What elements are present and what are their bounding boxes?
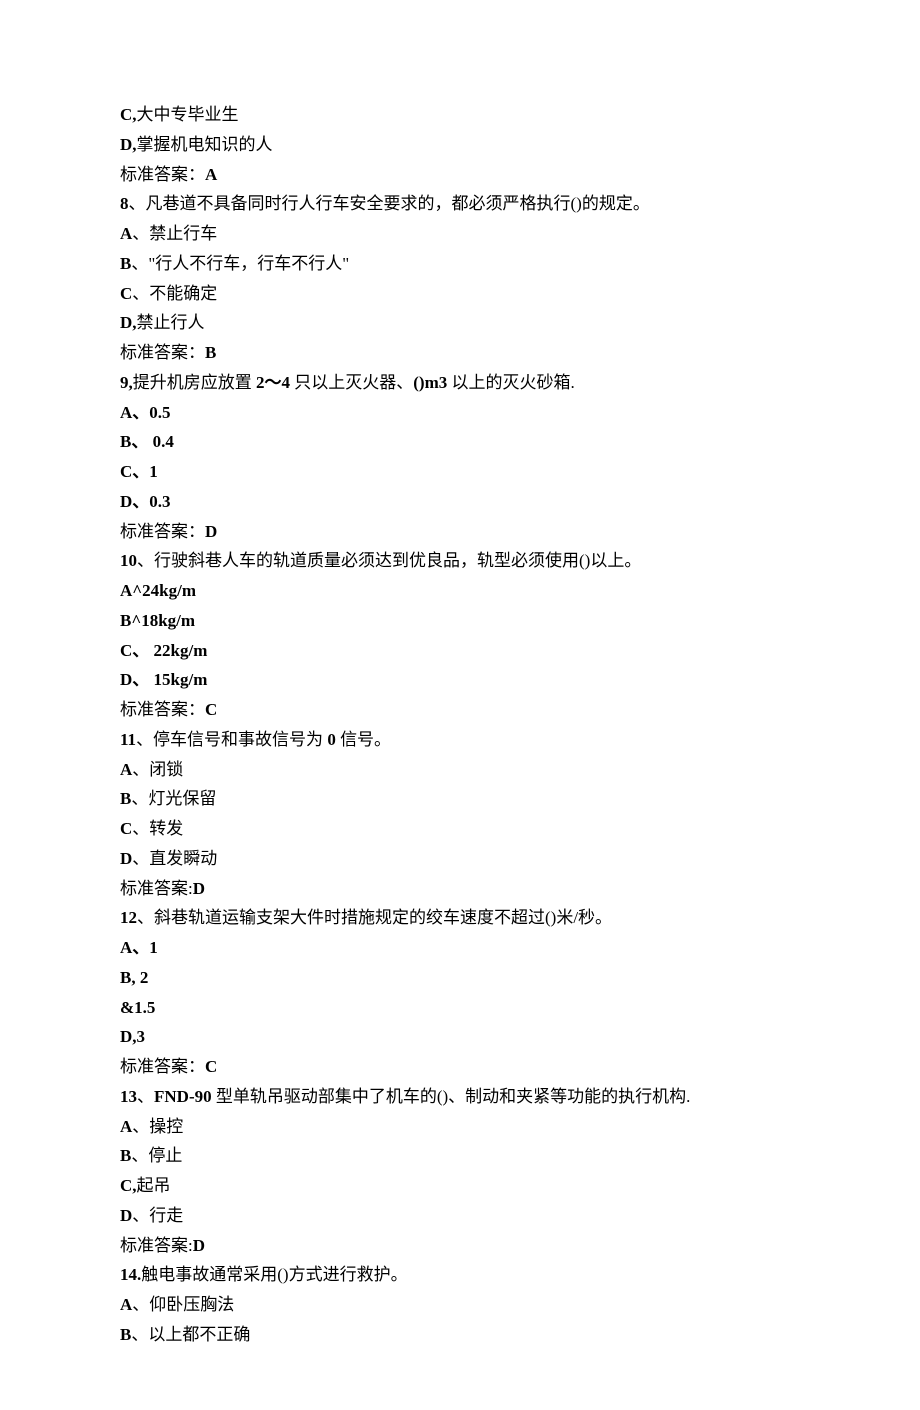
text-line: 标准答案:D xyxy=(120,1231,800,1261)
text-line: 标准答案：A xyxy=(120,160,800,190)
text-line: A、闭锁 xyxy=(120,755,800,785)
text-line: 标准答案：C xyxy=(120,695,800,725)
text-line: D,掌握机电知识的人 xyxy=(120,130,800,160)
text-line: 标准答案：B xyxy=(120,338,800,368)
text-line: &1.5 xyxy=(120,993,800,1023)
text-line: 13、FND-90 型单轨吊驱动部集中了机车的()、制动和夹紧等功能的执行机构. xyxy=(120,1082,800,1112)
text-line: A^24kg/m xyxy=(120,576,800,606)
text-line: C,起吊 xyxy=(120,1171,800,1201)
text-line: D,3 xyxy=(120,1022,800,1052)
text-line: C,大中专毕业生 xyxy=(120,100,800,130)
text-line: A、0.5 xyxy=(120,398,800,428)
text-line: 11、停车信号和事故信号为 0 信号。 xyxy=(120,725,800,755)
text-line: B、以上都不正确 xyxy=(120,1320,800,1350)
text-line: 标准答案：D xyxy=(120,517,800,547)
text-line: D、直发瞬动 xyxy=(120,844,800,874)
text-line: 10、行驶斜巷人车的轨道质量必须达到优良品，轨型必须使用()以上。 xyxy=(120,546,800,576)
text-line: D,禁止行人 xyxy=(120,308,800,338)
document-content: C,大中专毕业生D,掌握机电知识的人标准答案：A8、凡巷道不具备同时行人行车安全… xyxy=(120,100,800,1350)
text-line: B、 0.4 xyxy=(120,427,800,457)
text-line: C、1 xyxy=(120,457,800,487)
text-line: 8、凡巷道不具备同时行人行车安全要求的，都必须严格执行()的规定。 xyxy=(120,189,800,219)
text-line: C、 22kg/m xyxy=(120,636,800,666)
text-line: C、不能确定 xyxy=(120,279,800,309)
text-line: B、"行人不行车，行车不行人" xyxy=(120,249,800,279)
text-line: A、操控 xyxy=(120,1112,800,1142)
text-line: A、仰卧压胸法 xyxy=(120,1290,800,1320)
text-line: B、灯光保留 xyxy=(120,784,800,814)
text-line: 9,提升机房应放置 2〜4 只以上灭火器、()m3 以上的灭火砂箱. xyxy=(120,368,800,398)
text-line: D、0.3 xyxy=(120,487,800,517)
text-line: A、禁止行车 xyxy=(120,219,800,249)
text-line: D、行走 xyxy=(120,1201,800,1231)
text-line: D、 15kg/m xyxy=(120,665,800,695)
text-line: B^18kg/m xyxy=(120,606,800,636)
text-line: B, 2 xyxy=(120,963,800,993)
text-line: 标准答案:D xyxy=(120,874,800,904)
text-line: B、停止 xyxy=(120,1141,800,1171)
text-line: 14.触电事故通常采用()方式进行救护。 xyxy=(120,1260,800,1290)
text-line: 标准答案：C xyxy=(120,1052,800,1082)
text-line: C、转发 xyxy=(120,814,800,844)
text-line: 12、斜巷轨道运输支架大件时措施规定的绞车速度不超过()米/秒。 xyxy=(120,903,800,933)
text-line: A、1 xyxy=(120,933,800,963)
